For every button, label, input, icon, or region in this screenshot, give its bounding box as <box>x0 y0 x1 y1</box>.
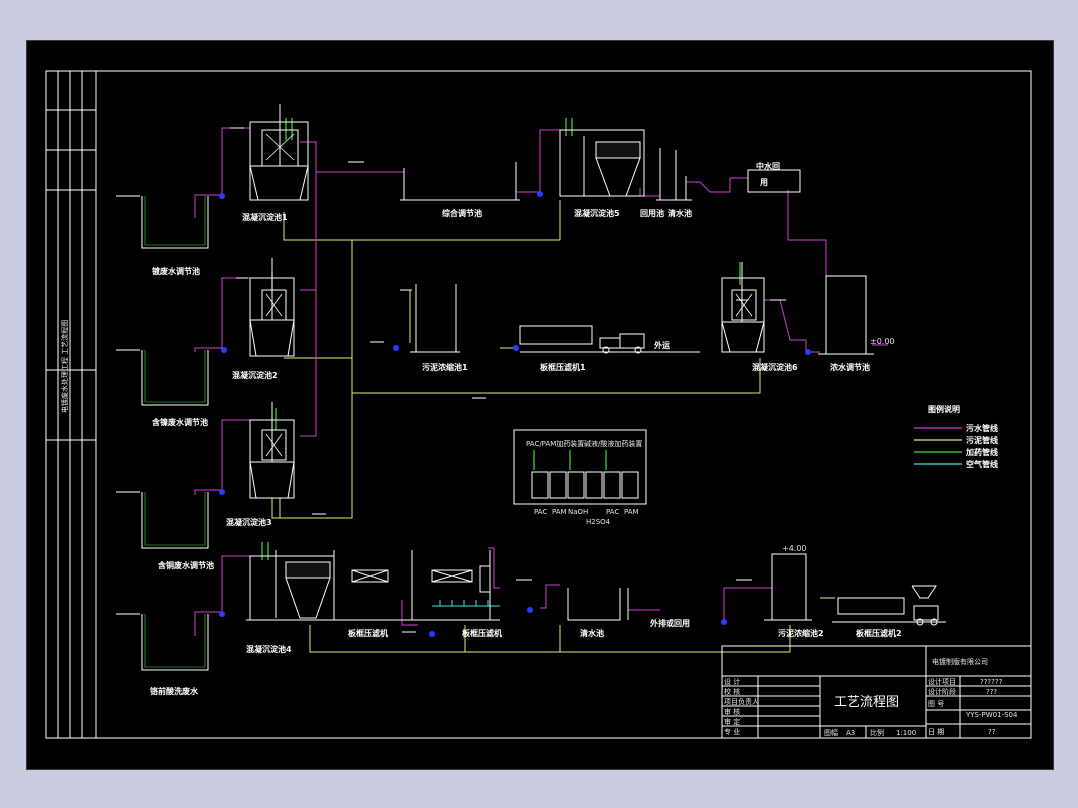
label-press-a: 板框压滤机 <box>348 628 388 638</box>
label-thick1: 污泥浓缩池1 <box>422 362 468 372</box>
tb-scale-label: 比例 <box>870 728 884 737</box>
tb-stage-label: 设计阶段 <box>928 687 956 696</box>
tb-sheet-value: A3 <box>846 729 855 737</box>
label-s2: 混凝沉淀池2 <box>232 370 278 380</box>
label-s4: 混凝沉淀池4 <box>246 644 292 654</box>
tb-scale-value: 1:100 <box>896 729 916 737</box>
label-t1: 镀废水调节池 <box>152 266 200 276</box>
legend-lines <box>914 427 962 465</box>
label-conc: 浓水调节池 <box>830 362 870 372</box>
level-mark-2: ±0.00 <box>870 337 895 346</box>
tb-date-value: ?? <box>988 728 996 736</box>
drawing-title: 工艺流程图 <box>834 695 899 710</box>
tb-left-3: 审 核 <box>724 707 740 716</box>
margin-note: 电镀废水处理工程 工艺流程图 <box>60 320 69 413</box>
company-name: 电镀制版有限公司 <box>932 657 988 666</box>
sludge-pipe-network <box>271 200 835 653</box>
panel-b6: PAM <box>624 508 639 516</box>
label-t4: 铬前酸洗废水 <box>150 686 199 696</box>
flow-arrows <box>116 127 786 633</box>
tb-left-0: 设 计 <box>724 677 740 686</box>
panel-b5: PAC <box>606 508 619 516</box>
tb-left-2: 项目负责人 <box>724 697 759 706</box>
tb-left-4: 审 定 <box>724 717 740 726</box>
label-s1: 混凝沉淀池1 <box>242 212 288 222</box>
panel-b3: NaOH <box>568 508 588 516</box>
legend-item-air: 空气管线 <box>966 459 998 469</box>
tb-left-5: 专 业 <box>724 727 740 736</box>
tb-left-1: 校 核 <box>724 687 740 696</box>
level-mark: +4.00 <box>782 544 807 553</box>
process-flow-diagram: 电镀废水处理工程 工艺流程图 镀废水调节池 含镍废水调节池 含铜废水调节池 铬前… <box>45 70 1032 739</box>
label-s3: 混凝沉淀池3 <box>226 517 272 527</box>
label-thick2: 污泥浓缩池2 <box>778 628 824 638</box>
label-s6: 混凝沉淀池6 <box>752 362 798 372</box>
dosing-pipe-network <box>261 118 741 560</box>
legend-item-sewage: 污水管线 <box>966 423 998 433</box>
label-reclaim: 中水回 <box>756 161 780 171</box>
label-clear1: 清水池 <box>668 208 692 218</box>
tb-drawno-label: 图 号 <box>928 700 944 708</box>
panel-b4: H2SO4 <box>586 518 611 526</box>
label-discharge: 外排或回用 <box>650 618 690 628</box>
panel-top-2: 碱液/酸液加药装置 <box>584 439 642 448</box>
tb-drawno-value: YYS-PW01-S04 <box>965 711 1018 719</box>
tb-stage-value: ??? <box>986 688 997 696</box>
legend-item-sludge: 污泥管线 <box>966 435 998 445</box>
panel-b1: PAC <box>534 508 547 516</box>
tb-project-value: ?????? <box>980 678 1003 686</box>
label-reuse: 回用池 <box>640 208 664 218</box>
label-press2: 板框压滤机2 <box>856 628 902 638</box>
label-press-b: 板框压滤机 <box>462 628 502 638</box>
tb-sheet-label: 图幅 <box>824 728 838 737</box>
sewage-pipe-network <box>194 127 888 636</box>
label-mix: 综合调节池 <box>442 208 482 218</box>
label-outbound: 外运 <box>654 340 670 350</box>
tb-date-label: 日 期 <box>928 728 944 736</box>
mixer-blades <box>265 133 753 457</box>
label-reclaim2: 用 <box>759 178 768 187</box>
label-s5: 混凝沉淀池5 <box>574 208 620 218</box>
panel-top-1: PAC/PAM加药装置 <box>526 439 584 448</box>
label-press1: 板框压滤机1 <box>540 362 586 372</box>
panel-b2: PAM <box>552 508 567 516</box>
label-t2: 含镍废水调节池 <box>152 417 208 427</box>
legend-title: 图例说明 <box>928 404 960 414</box>
tank-walls <box>141 104 946 671</box>
legend-item-dosing: 加药管线 <box>965 447 998 457</box>
tb-project-label: 设计项目 <box>928 677 956 686</box>
label-clear2: 清水池 <box>580 628 604 638</box>
label-t3: 含铜废水调节池 <box>158 560 214 570</box>
